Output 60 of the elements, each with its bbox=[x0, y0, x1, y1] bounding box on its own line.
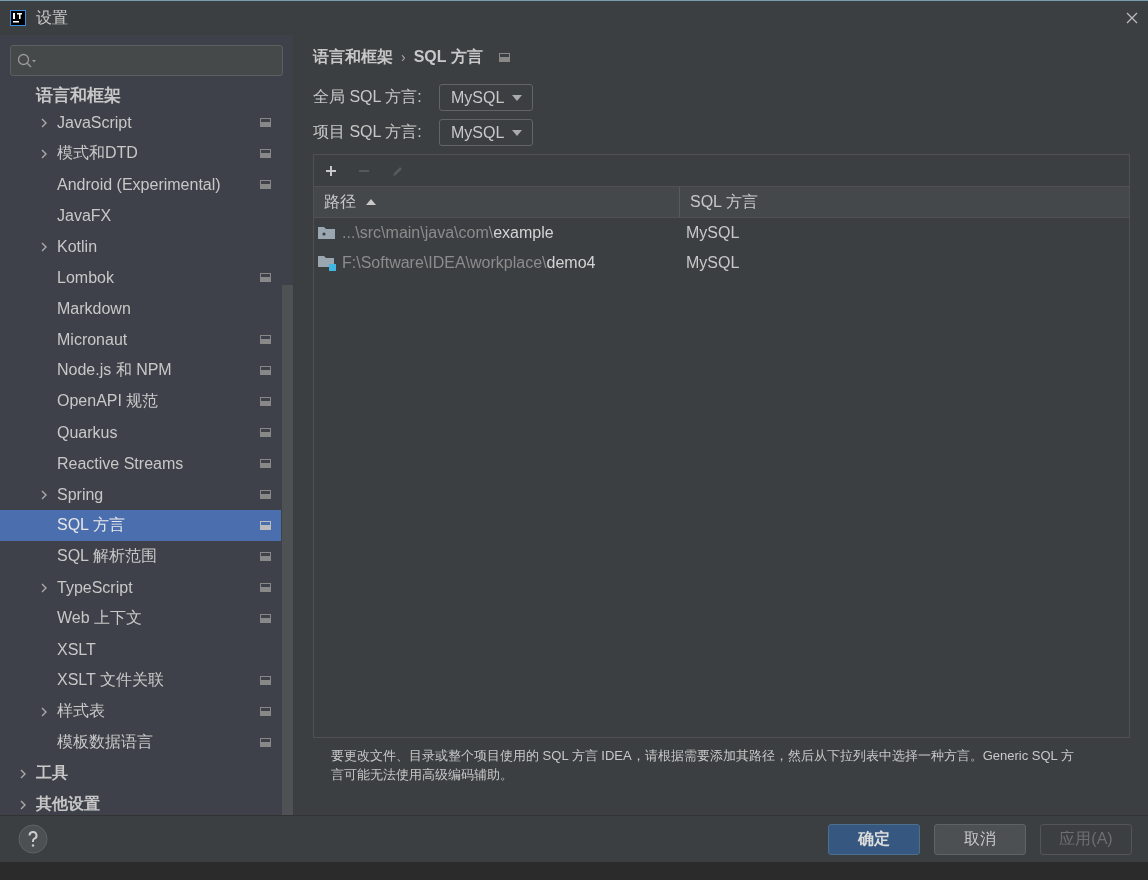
sidebar-item[interactable]: Lombok bbox=[0, 262, 281, 293]
search-icon bbox=[17, 52, 37, 69]
sidebar-item[interactable]: Quarkus bbox=[0, 417, 281, 448]
sidebar-item[interactable]: Micronaut bbox=[0, 324, 281, 355]
field-label: 项目 SQL 方言: bbox=[313, 122, 423, 142]
sidebar-item[interactable]: Markdown bbox=[0, 293, 281, 324]
sidebar-item[interactable]: 样式表 bbox=[0, 696, 281, 727]
search-field[interactable] bbox=[10, 45, 283, 76]
column-header[interactable]: 路径 bbox=[314, 187, 680, 217]
breadcrumb-current: SQL 方言 bbox=[413, 46, 483, 67]
caret-icon bbox=[512, 94, 523, 101]
breadcrumb-separator: › bbox=[401, 49, 406, 65]
table-cell: F:\Software\IDEA\workplace\demo4 bbox=[342, 254, 596, 272]
dropdown[interactable]: MySQL bbox=[439, 84, 534, 111]
sidebar-item[interactable]: Spring bbox=[0, 479, 281, 510]
field-label: 全局 SQL 方言: bbox=[313, 87, 423, 107]
close-icon[interactable] bbox=[1126, 12, 1138, 24]
window-title: 设置 bbox=[36, 7, 69, 28]
sidebar-item[interactable]: Node.js 和 NPM bbox=[0, 355, 281, 386]
ok-button[interactable]: 确定 bbox=[828, 823, 920, 855]
column-header[interactable]: SQL 方言 bbox=[680, 187, 758, 217]
sidebar-item[interactable]: XSLT 文件关联 bbox=[0, 665, 281, 696]
breadcrumb-parent[interactable]: 语言和框架 bbox=[313, 46, 393, 68]
chevron-right-icon[interactable] bbox=[40, 705, 48, 718]
table-cell-text: MySQL bbox=[685, 224, 740, 242]
sidebar-item[interactable]: 模式和DTD bbox=[0, 138, 281, 169]
sidebar-item[interactable]: XSLT bbox=[0, 634, 281, 665]
sidebar-item[interactable]: Kotlin bbox=[0, 231, 281, 262]
sidebar-item[interactable]: TypeScript bbox=[0, 572, 281, 603]
help-button[interactable] bbox=[18, 824, 48, 854]
help-text: 要更改文件、目录或整个项目使用的 SQL 方言 IDEA，请根据需要添加其路径，然后从下拉列表中选择一种方言。Generic SQL 方言可能无法使用高级编码辅助。 bbox=[331, 747, 1075, 784]
sidebar-item[interactable]: Web 上下文 bbox=[0, 603, 281, 634]
sidebar-item[interactable]: JavaScript bbox=[0, 107, 281, 138]
app-logo-icon bbox=[10, 10, 26, 26]
table-cell-text: MySQL bbox=[685, 254, 740, 272]
dialog-button[interactable]: 取消 bbox=[934, 823, 1026, 855]
chevron-right-icon[interactable] bbox=[40, 116, 48, 129]
chevron-right-icon[interactable] bbox=[40, 147, 48, 160]
sidebar-item[interactable]: JavaFX bbox=[0, 200, 281, 231]
sidebar-group[interactable]: 其他设置 bbox=[0, 789, 281, 815]
sidebar-group[interactable]: 工具 bbox=[0, 758, 281, 789]
project-level-icon bbox=[498, 52, 510, 62]
chevron-right-icon[interactable] bbox=[19, 767, 27, 780]
table-cell: ...\src\main\java\com\example bbox=[342, 224, 554, 242]
sidebar-item[interactable]: Reactive Streams bbox=[0, 448, 281, 479]
chevron-right-icon[interactable] bbox=[40, 581, 48, 594]
folder-icon bbox=[318, 225, 336, 241]
sidebar-item[interactable]: 模板数据语言 bbox=[0, 727, 281, 758]
add-icon[interactable] bbox=[324, 163, 338, 178]
scrollbar[interactable] bbox=[282, 285, 293, 815]
caret-icon bbox=[512, 129, 523, 136]
chevron-right-icon[interactable] bbox=[40, 240, 48, 253]
module-folder-icon bbox=[318, 255, 336, 271]
sidebar-item[interactable]: SQL 解析范围 bbox=[0, 541, 281, 572]
chevron-right-icon[interactable] bbox=[40, 488, 48, 501]
sidebar-item[interactable]: Android (Experimental) bbox=[0, 169, 281, 200]
sidebar-item[interactable]: SQL 方言 bbox=[0, 510, 281, 541]
dropdown[interactable]: MySQL bbox=[439, 119, 534, 146]
chevron-right-icon[interactable] bbox=[19, 798, 27, 811]
sidebar-item[interactable]: OpenAPI 规范 bbox=[0, 386, 281, 417]
